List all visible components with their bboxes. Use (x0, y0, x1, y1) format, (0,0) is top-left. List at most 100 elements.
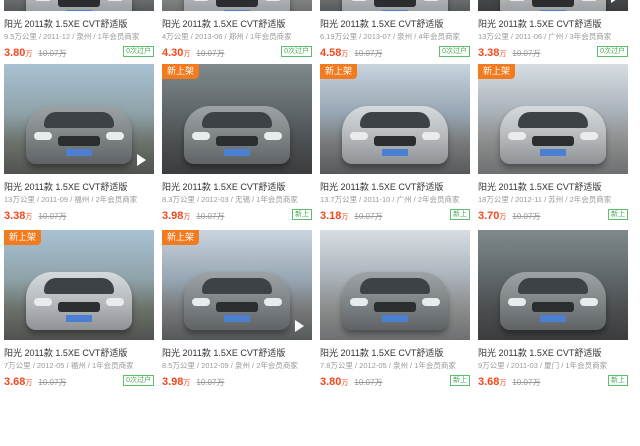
listing-tag: 新上 (292, 209, 312, 220)
car-photo[interactable]: 新上架 (320, 64, 470, 174)
car-illustration (184, 106, 290, 164)
car-photo[interactable] (162, 0, 312, 11)
car-illustration (500, 272, 606, 330)
car-illustration (342, 272, 448, 330)
price-unit: 万 (499, 51, 507, 58)
car-illustration (184, 272, 290, 330)
listing-meta: 7.8万公里 / 2012-05 / 泉州 / 1年会员商家 (320, 361, 456, 370)
price-line: 3.70万 10.07万 新上 (478, 208, 628, 222)
listing-card[interactable]: 阳光 2011款 1.5XE CVT舒适版 4万公里 / 2013-06 / 郑州… (162, 0, 312, 58)
price-unit: 万 (25, 214, 33, 221)
car-photo[interactable]: 新上架 (162, 230, 312, 340)
car-photo[interactable] (478, 230, 628, 340)
listing-title[interactable]: 阳光 2011款 1.5XE CVT舒适版 (478, 181, 628, 193)
listing-card[interactable]: 新上架 阳光 2011款 1.5XE CVT舒适版 13.7万公里 / 2011-1… (320, 64, 470, 224)
car-photo[interactable]: 新上架 (162, 64, 312, 174)
car-illustration (342, 106, 448, 164)
listing-title[interactable]: 阳光 2011款 1.5XE CVT舒适版 (4, 18, 154, 30)
price-value: 3.98 (162, 210, 184, 222)
car-photo[interactable] (478, 0, 628, 11)
listing-tag: 0次过户 (439, 46, 470, 57)
listing-card[interactable]: 阳光 2011款 1.5XE CVT舒适版 7.8万公里 / 2012-05 / … (320, 230, 470, 391)
listing-title[interactable]: 阳光 2011款 1.5XE CVT舒适版 (162, 181, 312, 193)
play-video-icon[interactable] (295, 320, 304, 332)
listing-card[interactable]: 阳光 2011款 1.5XE CVT舒适版 9.5万公里 / 2011-12 / … (4, 0, 154, 58)
original-price: 10.07万 (354, 49, 383, 58)
car-photo[interactable]: 新上架 (4, 230, 154, 340)
original-price: 10.07万 (354, 212, 383, 221)
original-price: 10.07万 (512, 212, 541, 221)
listing-title[interactable]: 阳光 2011款 1.5XE CVT舒适版 (162, 347, 312, 359)
listing-grid: 阳光 2011款 1.5XE CVT舒适版 9.5万公里 / 2011-12 / … (4, 0, 636, 394)
listing-card[interactable]: 阳光 2011款 1.5XE CVT舒适版 9万公里 / 2011-03 / 厦门… (478, 230, 628, 391)
price-unit: 万 (341, 214, 349, 221)
price-value: 3.38 (478, 47, 500, 58)
price-unit: 万 (183, 380, 191, 387)
price-line: 3.68万 10.07万 新上 (478, 374, 628, 388)
listing-card[interactable]: 阳光 2011款 1.5XE CVT舒适版 13万公里 / 2011-06 / 广… (478, 0, 628, 58)
car-illustration (26, 0, 132, 11)
listing-title[interactable]: 阳光 2011款 1.5XE CVT舒适版 (320, 347, 470, 359)
listing-card[interactable]: 阳光 2011款 1.5XE CVT舒适版 13万公里 / 2011-09 / 福… (4, 64, 154, 224)
listing-title[interactable]: 阳光 2011款 1.5XE CVT舒适版 (320, 181, 470, 193)
original-price: 10.07万 (512, 378, 541, 387)
price-line: 4.30万 10.07万 0次过户 (162, 45, 312, 58)
new-listing-badge: 新上架 (162, 230, 200, 245)
price-value: 3.68 (478, 376, 500, 388)
listing-card[interactable]: 新上架 阳光 2011款 1.5XE CVT舒适版 8.3万公里 / 2012-03… (162, 64, 312, 224)
price-unit: 万 (499, 214, 507, 221)
listing-tag: 新上 (608, 209, 628, 220)
listing-meta: 13万公里 / 2011-06 / 广州 / 3年会员商家 (478, 32, 612, 41)
car-photo[interactable] (320, 0, 470, 11)
price-value: 3.38 (4, 210, 26, 222)
play-video-icon[interactable] (137, 154, 146, 166)
listing-card[interactable]: 阳光 2011款 1.5XE CVT舒适版 6.19万公里 / 2013-07 /… (320, 0, 470, 58)
new-listing-badge: 新上架 (478, 64, 516, 79)
car-illustration (500, 0, 606, 11)
price-line: 3.80万 10.07万 新上 (320, 374, 470, 388)
new-listing-badge: 新上架 (162, 64, 200, 79)
price-unit: 万 (25, 380, 33, 387)
car-illustration (26, 106, 132, 164)
listing-meta: 9万公里 / 2011-03 / 厦门 / 1年会员商家 (478, 361, 608, 370)
listing-tag: 新上 (450, 209, 470, 220)
original-price: 10.07万 (38, 49, 67, 58)
play-video-icon[interactable] (611, 0, 620, 3)
car-photo[interactable] (4, 64, 154, 174)
price-unit: 万 (25, 51, 33, 58)
listing-tag: 新上 (608, 375, 628, 386)
listing-card[interactable]: 新上架 阳光 2011款 1.5XE CVT舒适版 18万公里 / 2012-11 … (478, 64, 628, 224)
price-unit: 万 (183, 214, 191, 221)
listing-title[interactable]: 阳光 2011款 1.5XE CVT舒适版 (162, 18, 312, 30)
price-unit: 万 (499, 380, 507, 387)
original-price: 10.07万 (354, 378, 383, 387)
listing-title[interactable]: 阳光 2011款 1.5XE CVT舒适版 (478, 347, 628, 359)
price-line: 3.98万 10.07万 新上 (162, 208, 312, 222)
price-line: 3.68万 10.07万 0次过户 (4, 374, 154, 388)
listing-title[interactable]: 阳光 2011款 1.5XE CVT舒适版 (478, 18, 628, 30)
listing-meta: 6.19万公里 / 2013-07 / 泉州 / 4年会员商家 (320, 32, 461, 41)
price-value: 3.80 (4, 47, 26, 58)
listing-card[interactable]: 新上架 阳光 2011款 1.5XE CVT舒适版 7万公里 / 2012-05 /… (4, 230, 154, 391)
original-price: 10.07万 (196, 378, 225, 387)
price-line: 3.38万 10.07万 (4, 208, 154, 222)
car-illustration (342, 0, 448, 11)
listing-card[interactable]: 新上架 阳光 2011款 1.5XE CVT舒适版 8.5万公里 / 2012-09… (162, 230, 312, 391)
listing-meta: 9.5万公里 / 2011-12 / 泉州 / 1年会员商家 (4, 32, 140, 41)
new-listing-badge: 新上架 (4, 230, 42, 245)
listing-title[interactable]: 阳光 2011款 1.5XE CVT舒适版 (4, 347, 154, 359)
listing-title[interactable]: 阳光 2011款 1.5XE CVT舒适版 (4, 181, 154, 193)
listing-title[interactable]: 阳光 2011款 1.5XE CVT舒适版 (320, 18, 470, 30)
listing-tag: 新上 (450, 375, 470, 386)
car-photo[interactable] (320, 230, 470, 340)
original-price: 10.07万 (196, 212, 225, 221)
original-price: 10.07万 (38, 378, 67, 387)
price-value: 3.80 (320, 376, 342, 388)
listing-meta: 13万公里 / 2011-09 / 福州 / 2年会员商家 (4, 195, 138, 204)
car-photo[interactable] (4, 0, 154, 11)
car-illustration (26, 272, 132, 330)
car-photo[interactable]: 新上架 (478, 64, 628, 174)
price-line: 3.38万 10.07万 0次过户 (478, 45, 628, 58)
price-line: 3.18万 10.07万 新上 (320, 208, 470, 222)
car-illustration (184, 0, 290, 11)
